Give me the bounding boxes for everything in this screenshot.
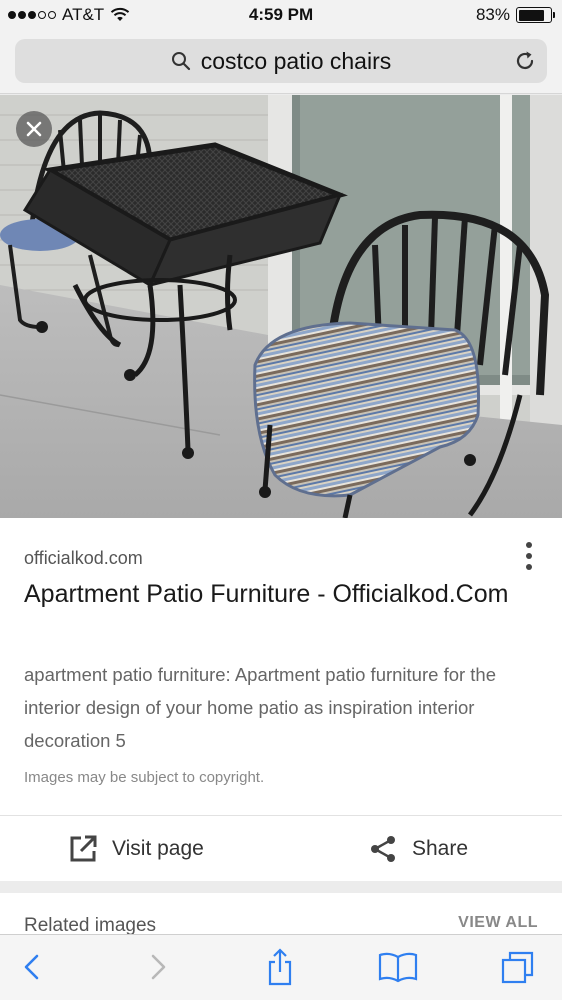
search-icon — [171, 52, 190, 71]
action-bar: Visit page Share — [0, 815, 562, 881]
forward-button[interactable] — [138, 947, 178, 987]
result-description: apartment patio furniture: Apartment pat… — [24, 664, 497, 751]
status-right: 83% — [475, 5, 555, 25]
browser-toolbar — [0, 934, 562, 1000]
share-icon — [268, 948, 292, 986]
back-button[interactable] — [12, 947, 52, 987]
tabs-button[interactable] — [498, 947, 538, 987]
more-dot — [526, 542, 532, 548]
view-all-link[interactable]: VIEW ALL — [458, 914, 538, 932]
visit-page-button[interactable]: Visit page — [68, 816, 204, 882]
forward-icon — [151, 954, 166, 980]
bookmarks-button[interactable] — [378, 947, 418, 987]
share-button[interactable]: Share — [368, 816, 468, 882]
share-page-button[interactable] — [260, 947, 300, 987]
battery-percent: 83% — [475, 5, 510, 24]
more-dot — [526, 553, 532, 559]
browser-header: costco patio chairs — [0, 32, 562, 94]
open-in-new-icon — [70, 835, 97, 862]
more-vert-icon[interactable] — [524, 542, 534, 570]
close-icon — [26, 121, 42, 137]
search-query: costco patio chairs — [200, 47, 392, 74]
result-source[interactable]: officialkod.com — [24, 548, 143, 569]
close-button[interactable] — [16, 111, 52, 147]
tabs-icon — [501, 951, 534, 984]
status-bar: AT&T 4:59 PM 83% — [0, 0, 562, 32]
battery-icon — [516, 7, 555, 23]
address-bar[interactable]: costco patio chairs — [15, 39, 547, 83]
result-image[interactable] — [0, 95, 562, 518]
more-dot — [526, 564, 532, 570]
back-icon — [24, 954, 39, 980]
share-icon — [371, 836, 395, 862]
result-card: officialkod.com Apartment Patio Furnitur… — [0, 518, 562, 815]
reload-icon[interactable] — [513, 49, 537, 73]
visit-page-label: Visit page — [112, 837, 204, 860]
bookmarks-icon — [378, 952, 418, 983]
share-label: Share — [412, 837, 469, 860]
result-title[interactable]: Apartment Patio Furniture - Officialkod.… — [24, 576, 524, 612]
copyright-notice: Images may be subject to copyright. — [24, 769, 265, 786]
patio-furniture-image — [0, 95, 562, 518]
battery-fill — [518, 9, 545, 21]
address-bar-content: costco patio chairs — [15, 39, 547, 83]
